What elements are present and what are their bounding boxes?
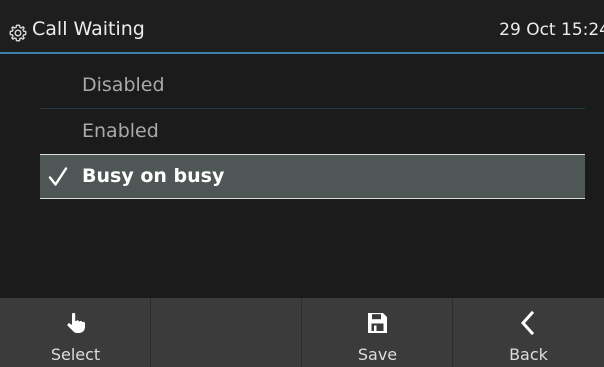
softkey-bar: Select Save Back <box>0 298 604 367</box>
option-disabled[interactable]: Disabled <box>40 64 585 109</box>
hand-pointer-icon <box>67 312 85 333</box>
title-bar: Call Waiting 29 Oct 15:24 <box>0 0 604 54</box>
save-icon <box>368 313 387 333</box>
softkey-label: Back <box>509 345 548 364</box>
checkmark-icon <box>48 167 68 186</box>
save-softkey[interactable]: Save <box>302 298 453 367</box>
option-enabled[interactable]: Enabled <box>40 110 585 155</box>
date-time: 29 Oct 15:24 <box>499 20 604 40</box>
back-softkey[interactable]: Back <box>453 298 604 367</box>
softkey-label: Select <box>50 345 101 364</box>
gear-icon <box>9 24 27 42</box>
option-label: Disabled <box>82 74 165 96</box>
options-list: Disabled Enabled Busy on busy <box>0 56 604 298</box>
chevron-left-icon <box>520 311 535 335</box>
option-label: Busy on busy <box>82 165 225 187</box>
empty-softkey[interactable] <box>151 298 302 367</box>
page-title: Call Waiting <box>32 18 145 40</box>
select-softkey[interactable]: Select <box>0 298 151 367</box>
softkey-label: Save <box>357 345 398 364</box>
option-label: Enabled <box>82 120 159 142</box>
option-busy-on-busy[interactable]: Busy on busy <box>40 154 585 199</box>
